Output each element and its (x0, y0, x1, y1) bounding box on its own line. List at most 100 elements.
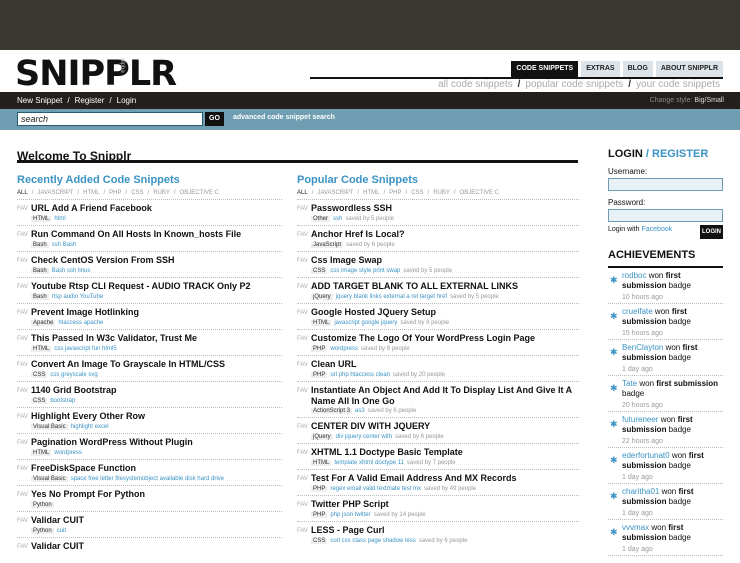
advanced-search-link[interactable]: advanced code snippet search (233, 114, 335, 121)
style-big-link[interactable]: Big (694, 97, 704, 104)
username-field[interactable] (608, 178, 723, 191)
snippet-tags[interactable]: curl css class page shadow less (330, 538, 415, 544)
fav-button[interactable]: FAV (297, 258, 308, 264)
snippet-title[interactable]: Css Image Swap (311, 255, 382, 265)
snippet-tags[interactable]: css javascript fun html5 (54, 346, 116, 352)
filter-javascript[interactable]: JAVASCRIPT (317, 190, 353, 196)
snippet-title[interactable]: Customize The Logo Of Your WordPress Log… (311, 333, 535, 343)
snippet-title[interactable]: XHTML 1.1 Doctype Basic Template (311, 447, 463, 457)
fav-button[interactable]: FAV (297, 476, 308, 482)
fav-button[interactable]: FAV (17, 414, 28, 420)
language-tag[interactable]: HTML (31, 450, 52, 456)
snippet-title[interactable]: Validar CUIT (31, 541, 84, 551)
achievement-user-link[interactable]: cruelfate (622, 307, 653, 316)
fav-button[interactable]: FAV (297, 528, 308, 534)
register-link[interactable]: Register (75, 96, 105, 105)
fav-button[interactable]: FAV (17, 232, 28, 238)
snippet-tags[interactable]: div jquery center with (336, 434, 392, 440)
language-tag[interactable]: jQuery (311, 294, 333, 300)
snippet-tags[interactable]: cuit (57, 528, 66, 534)
filter-objective-c[interactable]: OBJECTIVE C (460, 190, 499, 196)
snippet-title[interactable]: LESS - Page Curl (311, 525, 385, 535)
filter-php[interactable]: PHP (109, 190, 121, 196)
snippet-tags[interactable]: php json twitter (330, 512, 370, 518)
snippet-tags[interactable]: javascript google jquery (334, 320, 397, 326)
snippet-tags[interactable]: ssh (333, 216, 342, 222)
snippet-tags[interactable]: wordpress (54, 450, 82, 456)
filter-objective-c[interactable]: OBJECTIVE C (180, 190, 219, 196)
snippet-tags[interactable]: wordpress (330, 346, 358, 352)
snippet-title[interactable]: Validar CUIT (31, 515, 84, 525)
tab-blog[interactable]: BLOG (622, 61, 653, 77)
your-snippets-link[interactable]: your code snippets (636, 79, 720, 90)
language-tag[interactable]: JavaScript (311, 242, 344, 248)
language-tag[interactable]: Visual Basic (31, 424, 68, 430)
snippet-title[interactable]: Run Command On All Hosts In Known_hosts … (31, 229, 241, 239)
fav-button[interactable]: FAV (297, 232, 308, 238)
language-tag[interactable]: PHP (311, 486, 328, 492)
tab-code-snippets[interactable]: CODE SNIPPETS (511, 61, 579, 77)
snippet-title[interactable]: Convert An Image To Grayscale In HTML/CS… (31, 359, 225, 369)
fav-button[interactable]: FAV (17, 492, 28, 498)
snippet-title[interactable]: This Passed In W3c Validator, Trust Me (31, 333, 197, 343)
achievement-user-link[interactable]: BenClayton (622, 343, 663, 352)
fav-button[interactable]: FAV (17, 388, 28, 394)
register-heading-link[interactable]: REGISTER (652, 148, 708, 160)
snippet-tags[interactable]: rtsp audio YouTube (52, 294, 104, 300)
language-tag[interactable]: Other (311, 216, 331, 222)
fav-button[interactable]: FAV (297, 362, 308, 368)
language-tag[interactable]: PHP (311, 346, 328, 352)
snippet-tags[interactable]: ssh Bash (52, 242, 77, 248)
snippet-tags[interactable]: css greyscale svg (50, 372, 97, 378)
fav-button[interactable]: FAV (17, 440, 28, 446)
snippet-title[interactable]: 1140 Grid Bootstrap (31, 385, 117, 395)
login-link[interactable]: Login (117, 96, 137, 105)
snippet-title[interactable]: ADD TARGET BLANK TO ALL EXTERNAL LINKS (311, 281, 518, 291)
fav-button[interactable]: FAV (297, 336, 308, 342)
snippet-title[interactable]: Twitter PHP Script (311, 499, 389, 509)
language-tag[interactable]: CSS (311, 268, 328, 274)
search-go-button[interactable]: GO (205, 112, 224, 126)
snippet-tags[interactable]: htaccess apache (58, 320, 103, 326)
fav-button[interactable]: FAV (297, 502, 308, 508)
fav-button[interactable]: FAV (17, 336, 28, 342)
snippet-title[interactable]: FreeDiskSpace Function (31, 463, 136, 473)
language-tag[interactable]: Bash (31, 242, 49, 248)
filter-html[interactable]: HTML (363, 190, 379, 196)
fav-button[interactable]: FAV (297, 424, 308, 430)
snippet-tags[interactable]: url php htaccess clean (330, 372, 390, 378)
search-input[interactable]: search (17, 112, 203, 126)
language-tag[interactable]: CSS (311, 538, 328, 544)
snippet-title[interactable]: URL Add A Friend Facebook (31, 203, 152, 213)
fav-button[interactable]: FAV (297, 206, 308, 212)
snippet-title[interactable]: Youtube Rtsp CLI Request - AUDIO TRACK O… (31, 281, 251, 291)
snippet-tags[interactable]: highlight excel (71, 424, 109, 430)
language-tag[interactable]: Bash (31, 294, 49, 300)
snippet-tags[interactable]: regex email valid textmate test mx (330, 486, 421, 492)
language-tag[interactable]: HTML (311, 320, 332, 326)
tab-about[interactable]: ABOUT SNIPPLR (655, 61, 723, 77)
achievement-user-link[interactable]: Tate (622, 379, 637, 388)
snippet-tags[interactable]: as3 (355, 408, 365, 414)
filter-html[interactable]: HTML (83, 190, 99, 196)
all-snippets-link[interactable]: all code snippets (438, 79, 513, 90)
snippet-title[interactable]: Google Hosted JQuery Setup (311, 307, 436, 317)
filter-css[interactable]: CSS (411, 190, 423, 196)
snippet-tags[interactable]: html (54, 216, 65, 222)
language-tag[interactable]: Python (31, 528, 54, 534)
language-tag[interactable]: Python (31, 502, 54, 508)
fav-button[interactable]: FAV (297, 450, 308, 456)
snippet-tags[interactable]: template xhtml doctype 11 (334, 460, 404, 466)
snippet-tags[interactable]: Bash ssh linus (52, 268, 91, 274)
language-tag[interactable]: CSS (31, 398, 48, 404)
language-tag[interactable]: Bash (31, 268, 49, 274)
achievement-user-link[interactable]: futureneer (622, 415, 658, 424)
snippet-tags[interactable]: space free letter filesystemobject avail… (71, 476, 224, 482)
filter-ruby[interactable]: RUBY (153, 190, 170, 196)
snippet-title[interactable]: Anchor Href Is Local? (311, 229, 405, 239)
achievement-user-link[interactable]: ederfortunat0 (622, 451, 670, 460)
language-tag[interactable]: HTML (31, 346, 52, 352)
fav-button[interactable]: FAV (17, 284, 28, 290)
snippet-tags[interactable]: css image style print swap (330, 268, 400, 274)
language-tag[interactable]: Apache (31, 320, 56, 326)
